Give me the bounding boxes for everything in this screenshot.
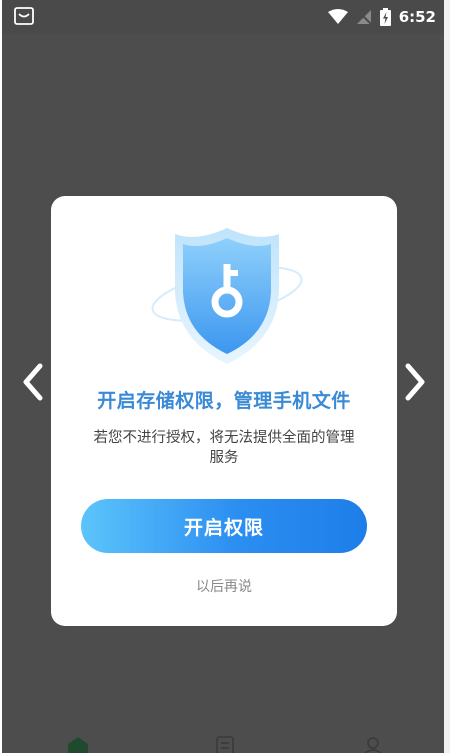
later-link[interactable]: 以后再说 [51, 576, 397, 596]
wifi-icon [327, 9, 348, 24]
clock-time: 6:52 [398, 8, 436, 26]
bottom-tab-bar [2, 730, 444, 753]
background-app-edge [444, 0, 450, 753]
dialog-title: 开启存储权限，管理手机文件 [97, 390, 351, 412]
profile-icon[interactable] [362, 736, 384, 753]
enable-permission-button[interactable]: 开启权限 [81, 499, 367, 553]
shield-key-icon [151, 228, 303, 364]
files-icon[interactable] [214, 736, 236, 753]
chevron-right-icon[interactable] [400, 362, 430, 402]
screen-overlay: 6:52 开启存储权限，管理手机文件 若您不进行授权，将无法提供全面的管理服务 … [2, 0, 444, 753]
battery-icon [379, 8, 391, 26]
status-icons: 6:52 [327, 6, 436, 28]
status-bar: 6:52 [2, 0, 444, 34]
chevron-left-icon[interactable] [18, 362, 48, 402]
dialog-description: 若您不进行授权，将无法提供全面的管理服务 [93, 430, 355, 466]
home-icon[interactable] [67, 736, 89, 753]
signal-icon [356, 10, 372, 25]
notification-icon [14, 7, 34, 25]
permission-dialog: 开启存储权限，管理手机文件 若您不进行授权，将无法提供全面的管理服务 开启权限 … [51, 196, 397, 626]
